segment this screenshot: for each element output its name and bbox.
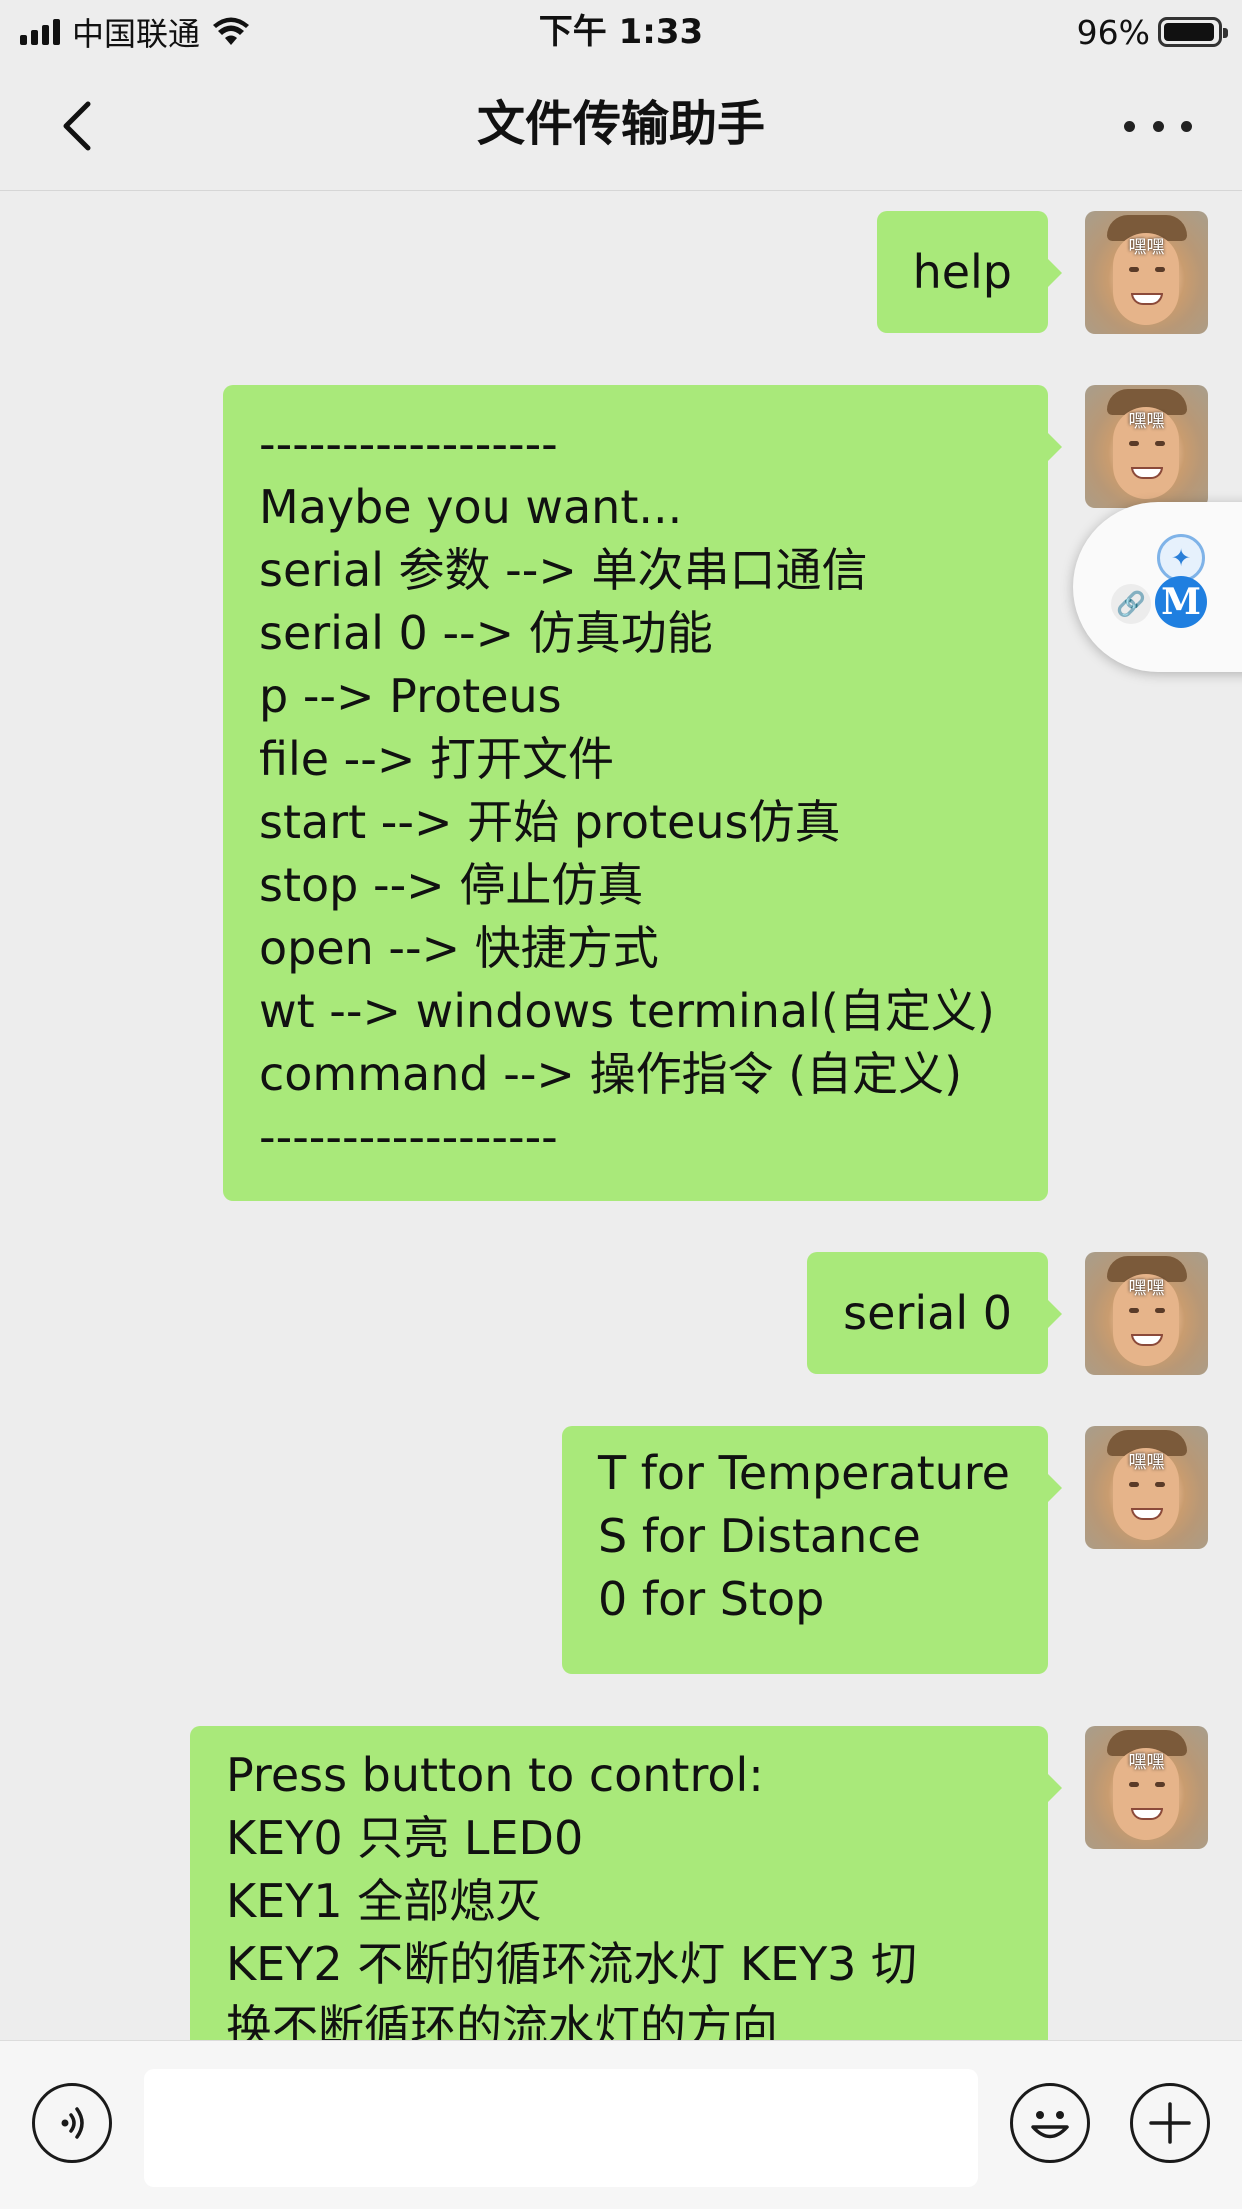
avatar[interactable]: 嘿嘿 [1085,1726,1208,1849]
plus-icon[interactable] [1130,2083,1210,2163]
m-app-icon[interactable]: M [1155,576,1207,628]
message-bubble[interactable]: Press button to control: KEY0 只亮 LED0 KE… [190,1726,1062,2086]
more-icon[interactable] [1124,114,1192,138]
message-row: ------------------ Maybe you want... ser… [223,385,1208,1201]
message-row: help 嘿嘿 [876,211,1208,334]
page-title: 文件传输助手 [476,96,765,152]
avatar[interactable]: 嘿嘿 [1085,1426,1208,1549]
emoji-icon[interactable] [1010,2083,1090,2163]
message-input[interactable] [144,2069,978,2187]
avatar[interactable]: 嘿嘿 [1085,211,1208,334]
floating-widget[interactable]: ✦ 🔗 M [1073,502,1242,672]
link-icon[interactable]: 🔗 [1111,584,1151,624]
message-row: serial 0 嘿嘿 [807,1252,1208,1375]
status-time: 下午 1:33 [538,12,704,52]
battery-icon [1158,17,1228,47]
nav-bar: 文件传输助手 [0,62,1242,191]
message-bubble[interactable]: ------------------ Maybe you want... ser… [223,385,1062,1201]
message-row: Press button to control: KEY0 只亮 LED0 KE… [190,1726,1208,2086]
avatar[interactable]: 嘿嘿 [1085,385,1208,508]
status-right: 96% [1076,10,1228,54]
app-badge-icon: ✦ [1157,534,1205,582]
avatar[interactable]: 嘿嘿 [1085,1252,1208,1375]
input-bar [0,2040,1242,2209]
message-bubble[interactable]: serial 0 [807,1252,1062,1374]
message-bubble[interactable]: T for Temperature S for Distance 0 for S… [562,1426,1062,1674]
status-bar: 中国联通 下午 1:33 96% [0,0,1242,62]
battery-fill [1164,23,1214,41]
message-row: T for Temperature S for Distance 0 for S… [562,1426,1208,1674]
battery-percent: 96% [1076,12,1150,52]
message-bubble[interactable]: help [876,211,1063,333]
voice-icon[interactable] [32,2083,112,2163]
